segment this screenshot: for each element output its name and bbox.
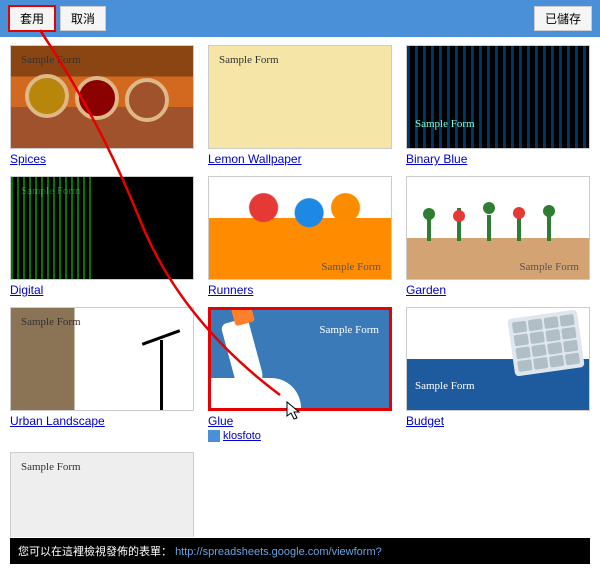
theme-gallery: Sample Form Spices Sample Form Lemon Wallpa…	[0, 37, 600, 537]
sample-form-label: Sample Form	[519, 261, 579, 273]
theme-item: Sample Form Garden	[406, 176, 590, 297]
theme-thumbnail[interactable]: Sample Form	[406, 45, 590, 149]
theme-attribution: klosfoto	[208, 430, 392, 442]
attribution-icon	[208, 430, 220, 442]
theme-item: Sample Form Digital	[10, 176, 194, 297]
theme-thumbnail[interactable]: Sample Form	[208, 176, 392, 280]
footer-link[interactable]: http://spreadsheets.google.com/viewform?	[175, 546, 382, 558]
sample-form-label: Sample Form	[319, 324, 379, 336]
sample-form-label: Sample Form	[219, 54, 279, 66]
theme-thumbnail[interactable]: Sample Form	[208, 45, 392, 149]
theme-thumbnail[interactable]: Sample Form	[10, 452, 194, 537]
theme-thumbnail[interactable]: Sample Form	[10, 45, 194, 149]
apply-button[interactable]: 套用	[8, 5, 56, 32]
saved-button[interactable]: 已儲存	[534, 6, 592, 31]
theme-thumbnail[interactable]: Sample Form	[208, 307, 392, 411]
theme-item: Sample Form Spices	[10, 45, 194, 166]
theme-thumbnail[interactable]: Sample Form	[10, 176, 194, 280]
sample-form-label: Sample Form	[21, 316, 81, 328]
theme-title[interactable]: Garden	[406, 283, 590, 297]
theme-title[interactable]: Budget	[406, 414, 590, 428]
theme-thumbnail[interactable]: Sample Form	[406, 307, 590, 411]
theme-item: Sample FormGrey Shadows	[10, 452, 194, 537]
theme-title[interactable]: Digital	[10, 283, 194, 297]
theme-item: Sample Form Urban Landscape	[10, 307, 194, 442]
theme-item: Sample Form Budget	[406, 307, 590, 442]
theme-item: Sample Form Glue klosfoto	[208, 307, 392, 442]
theme-item: Sample Form Runners	[208, 176, 392, 297]
theme-title[interactable]: Spices	[10, 152, 194, 166]
footer-text: 您可以在這裡檢視發佈的表單：	[18, 546, 172, 558]
theme-title[interactable]: Binary Blue	[406, 152, 590, 166]
theme-item: Sample Form Binary Blue	[406, 45, 590, 166]
theme-thumbnail[interactable]: Sample Form	[406, 176, 590, 280]
theme-title[interactable]: Urban Landscape	[10, 414, 194, 428]
footer-bar: 您可以在這裡檢視發佈的表單： http://spreadsheets.googl…	[10, 538, 590, 564]
theme-title[interactable]: Runners	[208, 283, 392, 297]
toolbar: 套用 取消 已儲存	[0, 0, 600, 37]
sample-form-label: Sample Form	[415, 380, 475, 392]
theme-thumbnail[interactable]: Sample Form	[10, 307, 194, 411]
sample-form-label: Sample Form	[321, 261, 381, 273]
cancel-button[interactable]: 取消	[60, 6, 106, 31]
sample-form-label: Sample Form	[415, 118, 475, 130]
theme-title[interactable]: Glue	[208, 414, 392, 428]
sample-form-label: Sample Form	[21, 54, 81, 66]
sample-form-label: Sample Form	[21, 461, 81, 473]
attribution-link[interactable]: klosfoto	[223, 430, 261, 442]
theme-title[interactable]: Lemon Wallpaper	[208, 152, 392, 166]
theme-item: Sample Form Lemon Wallpaper	[208, 45, 392, 166]
